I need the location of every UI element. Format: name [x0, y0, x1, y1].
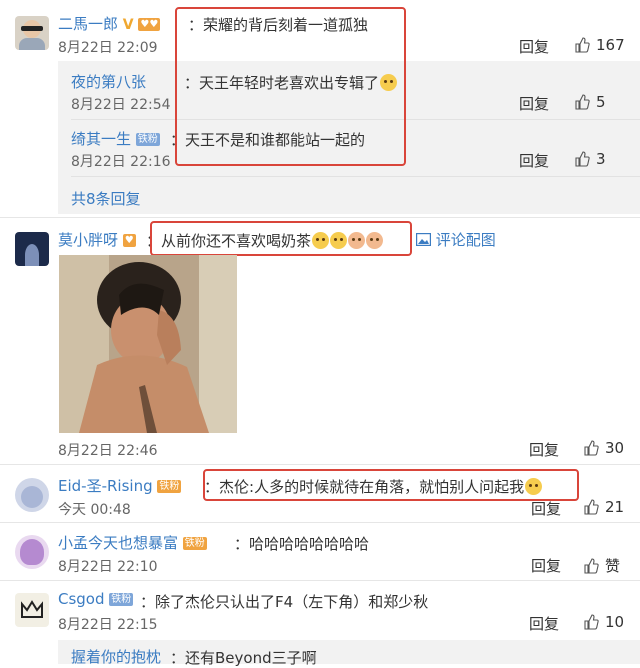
image-icon [416, 233, 432, 247]
like-count: 10 [605, 613, 625, 631]
fan-badge-icon: ♥♥ [138, 18, 161, 31]
like-button[interactable]: 赞 [583, 555, 620, 576]
like-button[interactable]: 3 [574, 150, 606, 168]
like-count: 167 [596, 36, 625, 54]
divider [0, 580, 640, 581]
reply-button[interactable]: 回复 [519, 150, 549, 171]
like-button[interactable]: 167 [574, 36, 625, 54]
comment-time: 8月22日 22:10 [58, 559, 158, 575]
avatar[interactable] [15, 232, 49, 266]
reply-preview-text: ：还有Beyond三子啊 [170, 649, 317, 667]
comment-username[interactable]: Eid-圣-Rising 铁粉 [58, 475, 182, 496]
reply-button[interactable]: 回复 [519, 93, 549, 114]
divider [0, 522, 640, 523]
like-count: 5 [596, 93, 606, 111]
thumbs-up-icon [575, 37, 590, 53]
highlight-box [203, 469, 579, 501]
reply-button[interactable]: 回复 [531, 498, 561, 519]
reply-username[interactable]: 绮其一生 铁粉 [71, 128, 160, 149]
avatar[interactable] [15, 593, 49, 627]
reply-button[interactable]: 回复 [531, 555, 561, 576]
comment-image[interactable] [59, 255, 237, 433]
fan-badge-icon: ♥ [122, 234, 136, 247]
comment-photo [59, 255, 237, 433]
comment-username[interactable]: 莫小胖呀 ♥ [58, 229, 136, 250]
comment-username[interactable]: Csgod 铁粉 [58, 590, 134, 608]
avatar[interactable] [15, 478, 49, 512]
thumbs-up-icon [584, 440, 599, 456]
comment-text: ：哈哈哈哈哈哈哈哈 [234, 535, 370, 553]
like-button[interactable]: 30 [583, 439, 624, 457]
more-replies-link[interactable]: 共8条回复 [71, 188, 141, 209]
highlight-box [150, 221, 412, 256]
thumbs-up-icon [584, 557, 599, 574]
reply-time: 8月22日 22:54 [71, 97, 171, 113]
thumbs-up-icon [575, 94, 590, 110]
comment-username[interactable]: 小孟今天也想暴富 铁粉 [58, 532, 207, 553]
fan-badge: 铁粉 [157, 480, 182, 493]
divider [0, 217, 640, 218]
reply-time: 8月22日 22:16 [71, 154, 171, 170]
like-button[interactable]: 21 [583, 498, 624, 516]
comment-username[interactable]: 二馬一郎 V ♥♥ [58, 13, 161, 34]
like-button[interactable]: 5 [574, 93, 606, 111]
like-count: 30 [605, 439, 625, 457]
divider [71, 176, 640, 177]
fan-badge: 铁粉 [109, 593, 134, 606]
comment-time: 8月22日 22:15 [58, 617, 158, 633]
avatar[interactable] [15, 16, 49, 50]
like-count: 赞 [605, 557, 621, 575]
fan-badge: 铁粉 [135, 133, 160, 146]
reply-button[interactable]: 回复 [529, 613, 559, 634]
thumbs-up-icon [575, 151, 590, 167]
comment-time: 今天 00:48 [58, 502, 131, 518]
reply-button[interactable]: 回复 [529, 439, 559, 460]
like-count: 3 [596, 150, 606, 168]
thumbs-up-icon [584, 499, 599, 515]
image-link[interactable]: 评论配图 [416, 229, 496, 250]
like-button[interactable]: 10 [583, 613, 624, 631]
fan-badge: 铁粉 [182, 537, 207, 550]
verified-icon: V [122, 17, 134, 33]
like-count: 21 [605, 498, 625, 516]
reply-username[interactable]: 夜的第八张 [71, 71, 146, 92]
reply-button[interactable]: 回复 [519, 36, 549, 57]
comment-time: 8月22日 22:09 [58, 40, 158, 56]
crown-icon [21, 600, 43, 618]
avatar[interactable] [15, 535, 49, 569]
comment-time: 8月22日 22:46 [58, 443, 158, 459]
highlight-box [175, 7, 406, 166]
thumbs-up-icon [584, 614, 599, 630]
divider [0, 464, 640, 465]
comment-text: ：除了杰伦只认出了F4（左下角）和郑少秋 [140, 593, 429, 611]
